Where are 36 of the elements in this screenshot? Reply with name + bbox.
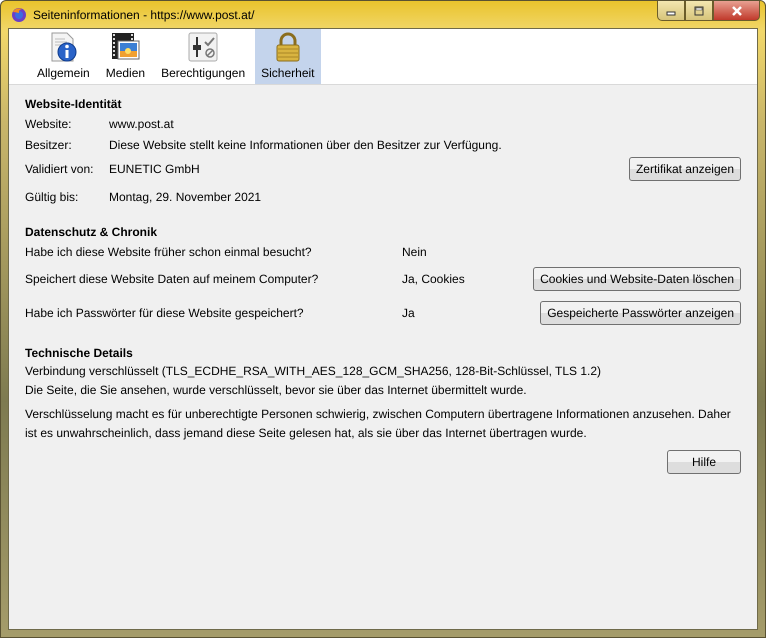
window-title: Seiteninformationen - https://www.post.at/ [33,8,256,22]
close-button[interactable] [713,1,760,21]
tab[interactable]: Allgemein [31,29,96,84]
field-value: Diese Website stellt keine Informationen über den Besitzer zur Verfügung. [109,138,503,152]
tab[interactable]: Medien [100,29,152,84]
field-value: www.post.at [109,116,175,130]
maximize-button[interactable] [685,1,713,21]
detail-text: Die Seite, die Sie ansehen, wurde verschlüsselt, bevor sie über das Internet übermittelt wurde. [25,382,528,399]
answer-text: Nein [402,244,428,258]
help-button[interactable]: Hilfe [667,450,741,474]
field-value: EUNETIC GmbH [109,162,201,176]
detail-text: Verbindung verschlüsselt (TLS_ECDHE_RSA_WITH_AES_128_GCM_SHA256, 128-Bit-Schlüssel, TLS 1.2) [25,363,602,380]
question-text: Habe ich diese Website früher schon einmal besucht? [25,244,313,258]
field-label: Gültig bis: [25,190,80,204]
field-label: Validiert von: [25,162,94,176]
section-heading: Website-Identität [25,96,122,113]
question-text: Habe ich Passwörter für diese Website gespeichert? [25,306,305,320]
question-text: Speichert diese Website Daten auf meinem Computer? [25,272,320,286]
section-heading: Datenschutz & Chronik [25,224,158,241]
browser-icon [11,6,27,22]
maximize-icon [693,6,705,16]
field-label: Website: [25,116,72,130]
tab[interactable]: Berechtigungen [155,29,252,84]
close-icon [730,4,744,16]
field-value: Montag, 29. November 2021 [109,190,262,204]
action-button[interactable]: Cookies und Website-Daten löschen [533,267,741,291]
slider-check-icon [187,31,220,63]
answer-text: Ja, Cookies [402,272,466,286]
section-heading: Technische Details [25,345,134,362]
action-button[interactable]: Gespeicherte Passwörter anzeigen [540,301,741,325]
certificate-button[interactable]: Zertifikat anzeigen [628,157,741,181]
tab[interactable]: Sicherheit [255,29,321,84]
field-label: Besitzer: [25,138,73,152]
detail-text: Verschlüsselung macht es für unberechtigte Personen schwierig, zwischen Computern übertragene Informationen anzusehen. Daher ist es unwahrscheinlich, dass jemand diese Seite gelesen hat, als sie über das Internet übertragen wurde. [25,406,732,442]
answer-text: Ja [402,306,416,320]
minimize-button[interactable] [657,1,685,21]
